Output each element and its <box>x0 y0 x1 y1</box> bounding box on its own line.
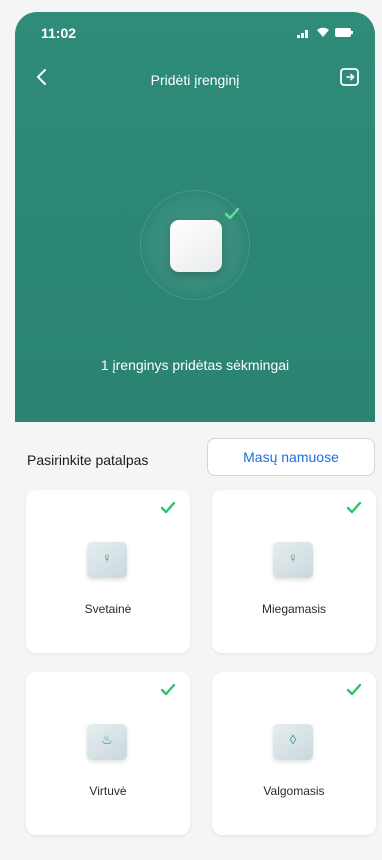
page-title: Pridėti įrenginį <box>150 72 240 88</box>
hero-banner: 11:02 Pridėti įrenginį 1 įrenginys pridė… <box>15 12 375 422</box>
home-select-button[interactable]: Masų namuose <box>207 438 375 476</box>
status-icons <box>297 27 353 38</box>
room-card-living-room[interactable]: ♀ Svetainė <box>26 490 190 653</box>
battery-icon <box>335 28 353 37</box>
added-device-visual <box>140 190 250 300</box>
check-icon <box>346 683 362 696</box>
device-switch-icon <box>170 220 222 272</box>
living-room-icon: ♀ <box>87 542 127 578</box>
dining-room-icon: ◊ <box>273 724 313 760</box>
room-select-label: Pasirinkite patalpas <box>27 452 149 468</box>
navigation-bar: Pridėti įrenginį <box>15 58 375 98</box>
room-card-bedroom[interactable]: ♀ Miegamasis <box>212 490 376 653</box>
room-select-header: Pasirinkite patalpas Masų namuose <box>15 422 375 492</box>
success-message: 1 įrenginys pridėtas sėkmingai <box>100 357 290 373</box>
check-icon <box>160 501 176 514</box>
check-icon <box>346 501 362 514</box>
exit-icon[interactable] <box>339 66 361 88</box>
room-card-kitchen[interactable]: ♨ Virtuvė <box>26 672 190 835</box>
room-name: Svetainė <box>84 602 132 616</box>
status-time: 11:02 <box>41 25 77 41</box>
room-name: Miegamasis <box>261 602 327 616</box>
room-name: Virtuvė <box>89 784 127 798</box>
signal-icon <box>297 29 308 38</box>
bedroom-icon: ♀ <box>273 542 313 578</box>
room-card-dining-room[interactable]: ◊ Valgomasis <box>212 672 376 835</box>
check-icon <box>160 683 176 696</box>
status-bar: 11:02 <box>15 12 375 52</box>
wifi-icon <box>317 27 329 37</box>
kitchen-icon: ♨ <box>87 724 127 760</box>
room-name: Valgomasis <box>263 784 325 798</box>
device-check-icon <box>224 207 240 220</box>
